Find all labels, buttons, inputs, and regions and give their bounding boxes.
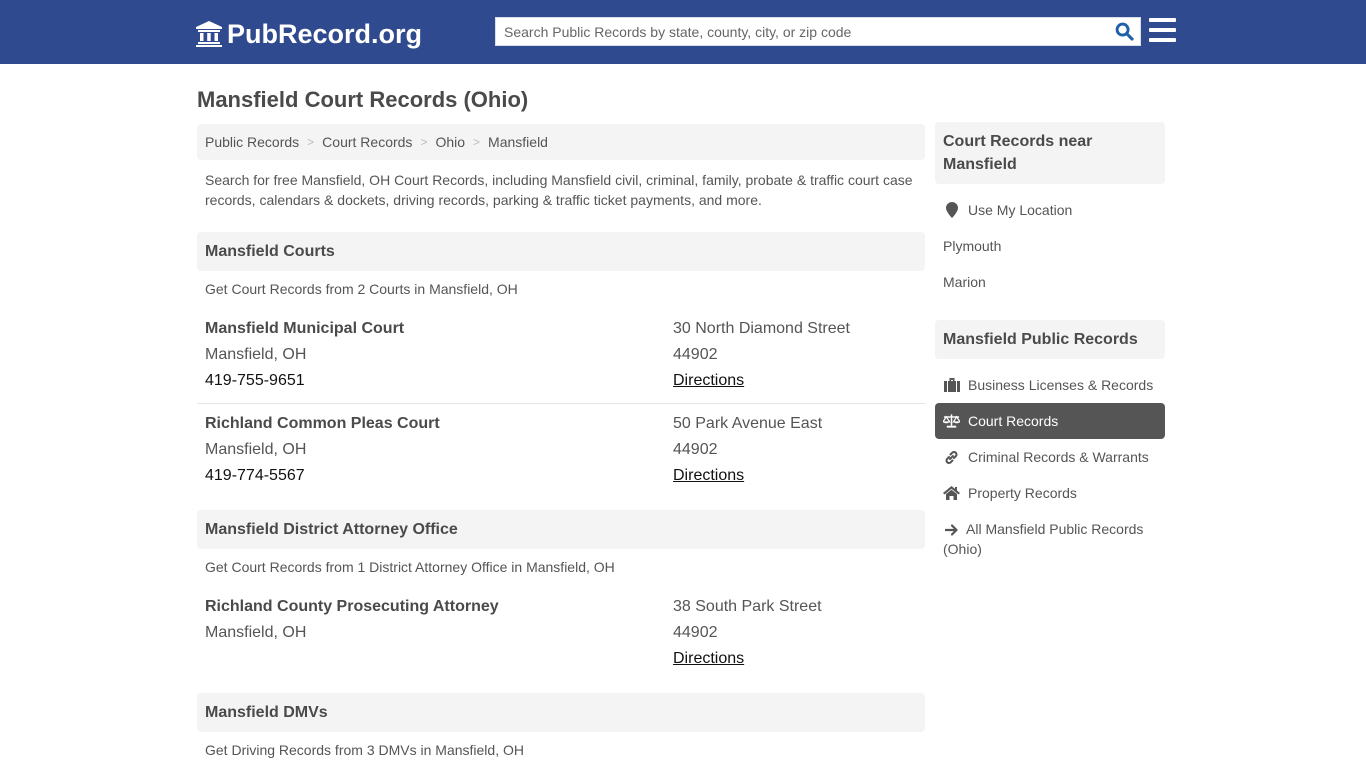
scales-icon: [943, 413, 960, 429]
page-title: Mansfield Court Records (Ohio): [197, 87, 529, 112]
use-my-location-link[interactable]: Use My Location: [935, 192, 1165, 228]
section-subtitle-dmvs: Get Driving Records from 3 DMVs in Mansf…: [205, 742, 524, 758]
sidebar-header-public-records: Mansfield Public Records: [935, 320, 1165, 359]
section-subtitle-courts: Get Court Records from 2 Courts in Mansf…: [205, 281, 518, 297]
court-name: Richland Common Pleas Court: [205, 415, 440, 432]
search-button[interactable]: [1108, 18, 1140, 45]
breadcrumb-ohio[interactable]: Ohio: [435, 134, 465, 150]
court-address: 50 Park Avenue East: [673, 415, 823, 432]
breadcrumb-separator: >: [307, 135, 315, 149]
breadcrumb-court-records[interactable]: Court Records: [322, 134, 412, 150]
sidebar-item-court-records[interactable]: Court Records: [935, 403, 1165, 439]
sidebar-item-label: Criminal Records & Warrants: [968, 449, 1149, 465]
attorney-address: 38 South Park Street: [673, 598, 822, 615]
menu-bar: [1149, 38, 1176, 42]
arrow-right-icon: [943, 522, 960, 538]
sidebar-item-property-records[interactable]: Property Records: [935, 475, 1165, 511]
court-zip: 44902: [673, 346, 718, 363]
sidebar-item-business-licenses[interactable]: Business Licenses & Records: [935, 367, 1165, 403]
nearby-city-link[interactable]: Plymouth: [935, 228, 1165, 264]
breadcrumb-separator: >: [420, 135, 428, 149]
search-icon: [1115, 22, 1134, 41]
breadcrumb-mansfield[interactable]: Mansfield: [488, 134, 548, 150]
use-my-location-label: Use My Location: [968, 202, 1073, 218]
breadcrumb-separator: >: [473, 135, 481, 149]
court-city: Mansfield, OH: [205, 441, 307, 458]
link-icon: [943, 449, 960, 465]
section-subtitle-district-attorney: Get Court Records from 1 District Attorn…: [205, 559, 615, 575]
court-phone[interactable]: 419-774-5567: [205, 463, 440, 489]
attorney-zip: 44902: [673, 624, 718, 641]
breadcrumb: Public Records > Court Records > Ohio > …: [197, 124, 925, 160]
section-header-dmvs: Mansfield DMVs: [197, 693, 925, 732]
menu-bar: [1149, 18, 1176, 22]
search-bar: [495, 17, 1141, 46]
sidebar-item-label: Business Licenses & Records: [968, 377, 1154, 393]
sidebar-header-nearby: Court Records near Mansfield: [935, 122, 1165, 184]
directions-link[interactable]: Directions: [673, 372, 744, 389]
intro-text: Search for free Mansfield, OH Court Reco…: [205, 172, 913, 208]
court-name: Mansfield Municipal Court: [205, 320, 405, 337]
attorney-name: Richland County Prosecuting Attorney: [205, 598, 499, 615]
menu-bar: [1149, 28, 1176, 32]
directions-link[interactable]: Directions: [673, 467, 744, 484]
directions-link[interactable]: Directions: [673, 650, 744, 667]
section-header-courts: Mansfield Courts: [197, 232, 925, 271]
attorney-city: Mansfield, OH: [205, 624, 307, 641]
nearby-city-link[interactable]: Marion: [935, 264, 1165, 300]
logo-text: PubRecord.org: [227, 18, 423, 49]
site-logo[interactable]: PubRecord.org: [195, 17, 422, 51]
breadcrumb-public-records[interactable]: Public Records: [205, 134, 299, 150]
court-address: 30 North Diamond Street: [673, 320, 850, 337]
sidebar-item-label: All Mansfield Public Records (Ohio): [943, 521, 1144, 557]
sidebar-item-all-public-records[interactable]: All Mansfield Public Records (Ohio): [935, 519, 1165, 559]
sidebar-item-criminal-records[interactable]: Criminal Records & Warrants: [935, 439, 1165, 475]
court-zip: 44902: [673, 441, 718, 458]
court-phone[interactable]: 419-755-9651: [205, 368, 404, 394]
section-header-district-attorney: Mansfield District Attorney Office: [197, 510, 925, 549]
sidebar-item-label: Court Records: [968, 413, 1059, 429]
home-icon: [943, 485, 960, 501]
sidebar-item-label: Property Records: [968, 485, 1077, 501]
courthouse-icon: [196, 21, 222, 47]
search-input[interactable]: [496, 18, 1108, 45]
court-city: Mansfield, OH: [205, 346, 307, 363]
hamburger-menu-button[interactable]: [1149, 18, 1176, 42]
briefcase-icon: [943, 377, 960, 393]
top-navbar: PubRecord.org: [0, 0, 1366, 64]
entry-divider: [197, 403, 925, 404]
map-marker-icon: [943, 202, 960, 218]
